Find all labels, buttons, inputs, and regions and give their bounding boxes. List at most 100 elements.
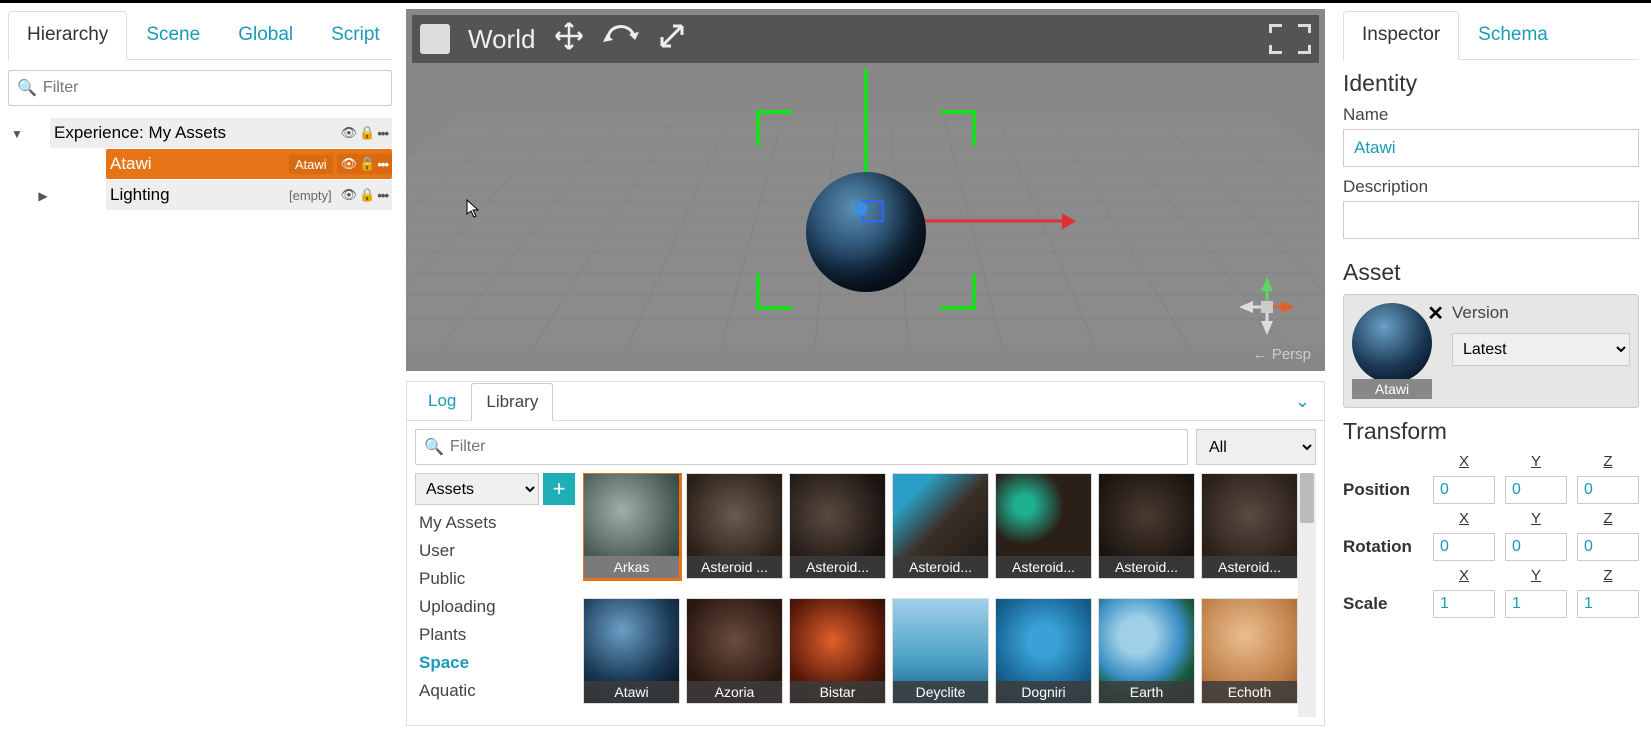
transform-grid: X Y Z Position X Y Z Rotation X Y Z Scal… (1343, 453, 1639, 618)
position-y-input[interactable] (1505, 476, 1567, 504)
asset-tile-asteroid[interactable]: Asteroid... (995, 473, 1092, 579)
left-panel: Hierarchy Scene Global Script 🔍 ▼ Experi… (0, 3, 400, 730)
scale-x-input[interactable] (1433, 590, 1495, 618)
more-icon[interactable]: ••• (377, 126, 388, 141)
axis-y-label: Y (1505, 453, 1567, 470)
asset-tile-deyclite[interactable]: Deyclite (892, 598, 989, 704)
library-type-filter[interactable]: All (1196, 429, 1316, 465)
asset-tile-echoth[interactable]: Echoth (1201, 598, 1298, 704)
category-user[interactable]: User (415, 539, 575, 563)
lock-icon[interactable]: 🔒 (359, 125, 375, 141)
library-filter[interactable]: 🔍 (415, 429, 1188, 465)
asset-tile-asteroid[interactable]: Asteroid... (789, 473, 886, 579)
perspective-label[interactable]: ← Persp (1253, 346, 1311, 363)
asset-tile-asteroid[interactable]: Asteroid... (1098, 473, 1195, 579)
asset-thumbnail[interactable] (1352, 303, 1432, 383)
asset-tile-azoria[interactable]: Azoria (686, 598, 783, 704)
asset-tile-atawi[interactable]: Atawi (583, 598, 680, 704)
right-tabs: Inspector Schema (1343, 11, 1639, 60)
version-label: Version (1452, 303, 1630, 323)
viewport[interactable]: Y X ← Persp World (402, 5, 1329, 375)
tab-log[interactable]: Log (413, 382, 471, 420)
category-space[interactable]: Space (415, 651, 575, 675)
scale-y-input[interactable] (1505, 590, 1567, 618)
svg-text:Y: Y (1264, 271, 1270, 277)
category-public[interactable]: Public (415, 567, 575, 591)
asset-tile-bistar[interactable]: Bistar (789, 598, 886, 704)
tree-item-lighting[interactable]: Lighting [empty] 👁 🔒 ••• (106, 180, 392, 210)
asset-tile-dogniri[interactable]: Dogniri (995, 598, 1092, 704)
position-z-input[interactable] (1577, 476, 1639, 504)
description-input[interactable] (1343, 201, 1639, 239)
scale-z-input[interactable] (1577, 590, 1639, 618)
library-filter-input[interactable] (450, 438, 1179, 456)
tree-item-label: Atawi (106, 154, 289, 174)
scale-label: Scale (1343, 594, 1423, 614)
rotation-y-input[interactable] (1505, 533, 1567, 561)
name-label: Name (1343, 105, 1639, 125)
cursor-icon (466, 199, 482, 224)
position-x-input[interactable] (1433, 476, 1495, 504)
hierarchy-filter-input[interactable] (43, 79, 383, 97)
lock-icon[interactable]: 🔒 (359, 156, 375, 172)
category-aquatic[interactable]: Aquatic (415, 679, 575, 703)
rotate-tool-icon[interactable] (603, 22, 639, 57)
left-tabs: Hierarchy Scene Global Script (8, 11, 392, 60)
collapse-icon[interactable]: ⌄ (1295, 391, 1318, 412)
rotation-x-input[interactable] (1433, 533, 1495, 561)
tab-script[interactable]: Script (312, 11, 399, 59)
eye-icon[interactable]: 👁 (341, 156, 358, 172)
eye-icon[interactable]: 👁 (341, 187, 358, 203)
library-filter-row: 🔍 All (407, 421, 1324, 473)
space-icon[interactable] (420, 24, 450, 54)
remove-asset-button[interactable]: ✕ (1427, 301, 1444, 326)
svg-text:X: X (1299, 295, 1301, 305)
version-select[interactable]: Latest (1452, 333, 1630, 366)
tab-library[interactable]: Library (471, 383, 553, 421)
category-my-assets[interactable]: My Assets (415, 511, 575, 535)
tab-inspector[interactable]: Inspector (1343, 11, 1459, 60)
more-icon[interactable]: ••• (377, 157, 388, 172)
eye-icon[interactable]: 👁 (341, 125, 358, 141)
asset-source-select[interactable]: Assets (415, 473, 539, 505)
add-asset-button[interactable]: + (543, 473, 575, 505)
tab-global[interactable]: Global (219, 11, 312, 59)
axis-orientation-widget[interactable]: Y X (1231, 271, 1301, 341)
hierarchy-tree: ▼ Experience: My Assets 👁 🔒 ••• Atawi At… (8, 118, 392, 211)
viewport-toolbar: World (412, 15, 1319, 63)
asset-tile-arkas[interactable]: Arkas (583, 473, 680, 579)
viewport-scene[interactable]: Y X ← Persp (406, 69, 1325, 371)
category-uploading[interactable]: Uploading (415, 595, 575, 619)
move-tool-icon[interactable] (553, 20, 585, 59)
tree-item-badge: Atawi (289, 155, 333, 174)
tab-scene[interactable]: Scene (127, 11, 219, 59)
asset-tile-asteroid[interactable]: Asteroid... (892, 473, 989, 579)
fullscreen-icon[interactable] (1269, 24, 1311, 54)
scale-tool-icon[interactable] (657, 21, 687, 58)
library-scrollbar[interactable] (1298, 473, 1316, 717)
more-icon[interactable]: ••• (377, 188, 388, 203)
asset-tile-asteroid[interactable]: Asteroid ... (686, 473, 783, 579)
asset-heading: Asset (1343, 259, 1639, 286)
bottom-panel: Log Library ⌄ 🔍 All Assets + My Assets U… (406, 381, 1325, 726)
asset-tile-asteroid[interactable]: Asteroid... (1201, 473, 1298, 579)
tree-item-atawi[interactable]: Atawi Atawi 👁 🔒 ••• (106, 149, 392, 179)
asset-tile-earth[interactable]: Earth (1098, 598, 1195, 704)
tree-item-icons: 👁 🔒 ••• (341, 187, 392, 203)
category-plants[interactable]: Plants (415, 623, 575, 647)
space-label[interactable]: World (468, 24, 535, 55)
tab-hierarchy[interactable]: Hierarchy (8, 11, 127, 60)
asset-grid: Arkas Asteroid ... Asteroid... Asteroid.… (583, 473, 1298, 717)
description-label: Description (1343, 177, 1639, 197)
tab-schema[interactable]: Schema (1459, 11, 1567, 59)
tree-root-row[interactable]: Experience: My Assets 👁 🔒 ••• (50, 118, 392, 148)
rotation-z-input[interactable] (1577, 533, 1639, 561)
tree-toggle-lighting[interactable]: ▶ (34, 189, 52, 203)
library-body: Assets + My Assets User Public Uploading… (407, 473, 1324, 725)
name-input[interactable] (1343, 129, 1639, 167)
search-icon: 🔍 (17, 78, 37, 98)
tree-toggle-root[interactable]: ▼ (8, 127, 26, 141)
lock-icon[interactable]: 🔒 (359, 187, 375, 203)
hierarchy-filter[interactable]: 🔍 (8, 70, 392, 106)
tree-item-badge: [empty] (284, 187, 337, 204)
